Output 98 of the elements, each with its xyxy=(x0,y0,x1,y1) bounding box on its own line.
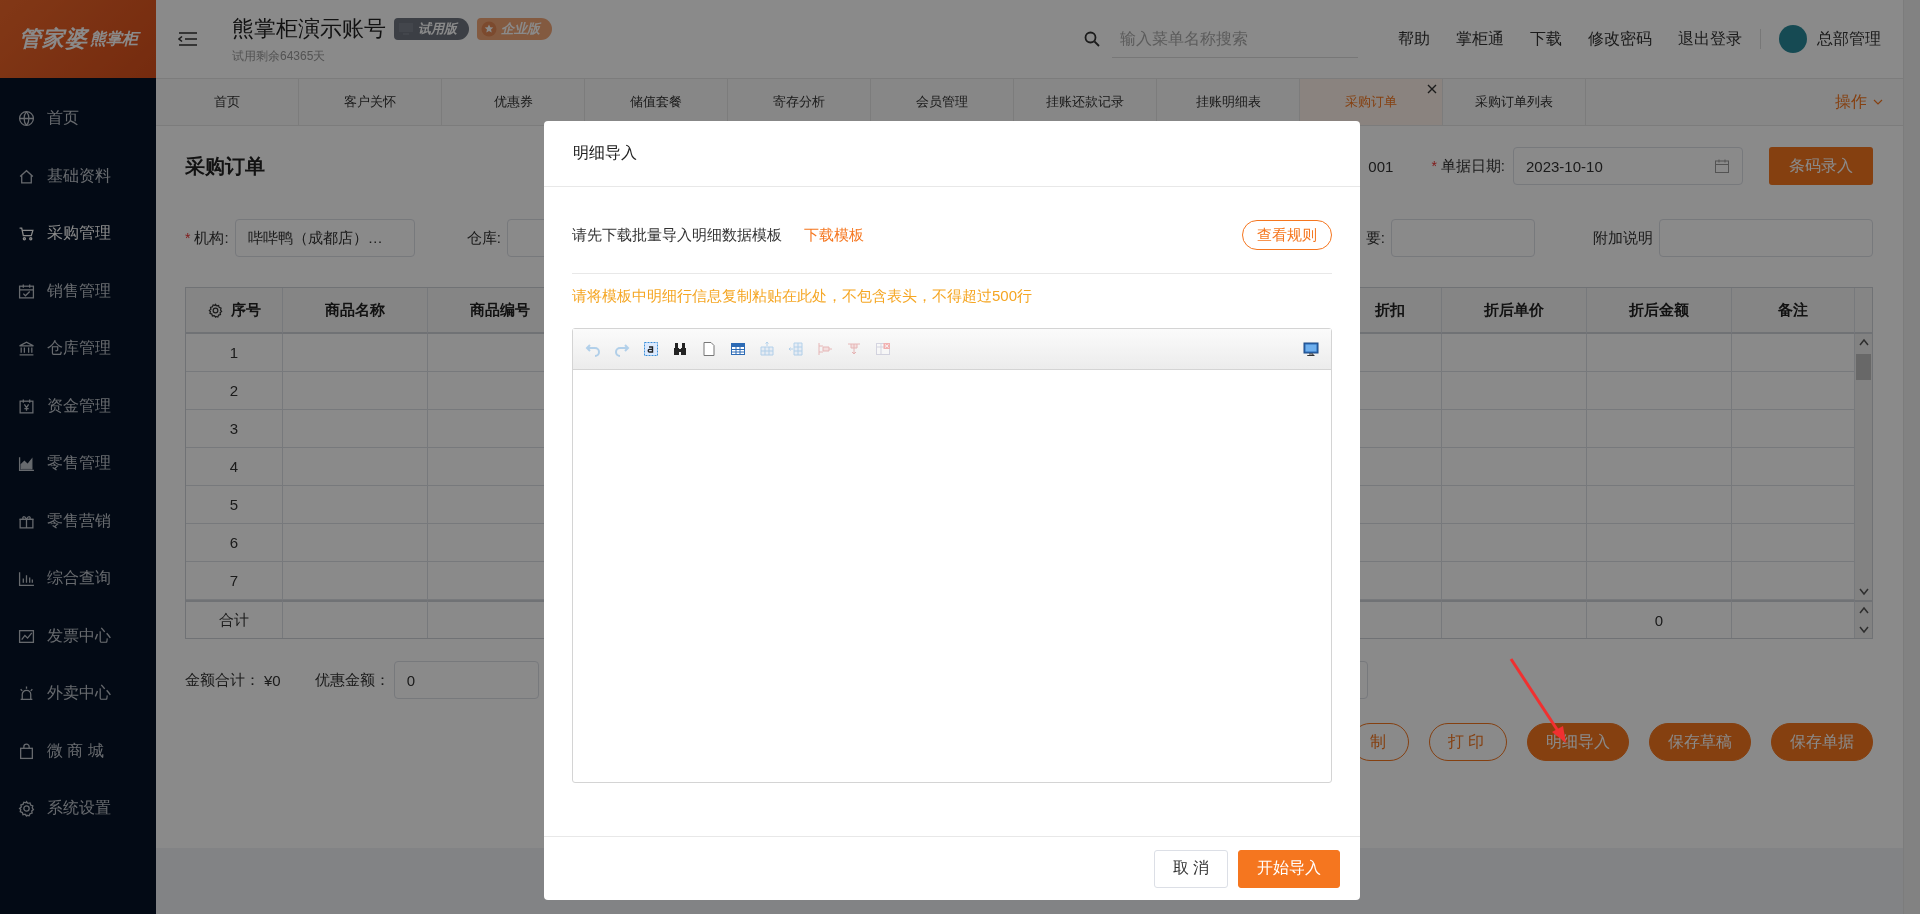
header-link[interactable]: 退出登录 xyxy=(1678,28,1742,50)
field-label: 机构: xyxy=(194,228,229,248)
row-number: 6 xyxy=(186,524,283,562)
page-tab[interactable]: 客户关怀 xyxy=(299,79,442,125)
barcode-entry-button[interactable]: 条码录入 xyxy=(1769,147,1873,185)
notice-text: 请将模板中明细行信息复制粘贴在此处，不包含表头，不得超过500行 xyxy=(572,286,1034,306)
row-number: 1 xyxy=(186,334,283,372)
actions-menu[interactable]: 操作 xyxy=(1835,91,1883,113)
download-template-link[interactable]: 下载模板 xyxy=(804,225,864,245)
column-header: 备注 xyxy=(1732,288,1855,334)
sidebar-item[interactable]: 系统设置 xyxy=(0,780,156,838)
caret-icon xyxy=(1873,98,1883,106)
order-number: 001 xyxy=(1368,157,1394,175)
total-amount: 0 xyxy=(1587,600,1732,638)
area-chart-icon xyxy=(18,455,35,473)
row-number: 5 xyxy=(186,486,283,524)
scroll-down-icon[interactable] xyxy=(1858,626,1869,634)
house-icon xyxy=(18,167,35,185)
dialog-button[interactable]: 取消 xyxy=(1154,849,1228,888)
binoculars-icon[interactable] xyxy=(672,341,688,357)
scrollbar[interactable] xyxy=(1855,334,1872,600)
user-name[interactable]: 总部管理 xyxy=(1817,28,1881,50)
discount-field[interactable]: 0 xyxy=(393,661,539,699)
date-field[interactable]: 2023-10-10 xyxy=(1513,147,1743,185)
required-mark: * xyxy=(1431,158,1437,174)
scroll-down-icon[interactable] xyxy=(1858,588,1869,596)
gear-icon xyxy=(18,800,35,818)
globe-icon xyxy=(18,110,35,128)
bag-icon xyxy=(18,742,35,760)
row-number: 4 xyxy=(186,448,283,486)
field-label: 单据日期: xyxy=(1440,156,1505,176)
row-number: 2 xyxy=(186,372,283,410)
header-link[interactable]: 修改密码 xyxy=(1588,28,1652,50)
row-number: 3 xyxy=(186,410,283,448)
sidebar-item[interactable]: 综合查询 xyxy=(0,550,156,608)
header-link[interactable]: 帮助 xyxy=(1398,28,1430,50)
bank-icon xyxy=(18,340,35,358)
organization-field[interactable]: 哔哔鸭（成都店）… xyxy=(234,219,415,257)
gear-icon[interactable] xyxy=(207,302,223,318)
scroll-up-icon[interactable] xyxy=(1858,338,1869,346)
account-title: 熊掌柜演示账号 xyxy=(232,14,386,43)
sidebar-item[interactable]: 采购管理 xyxy=(0,205,156,263)
edition-badge: 试用版 xyxy=(394,17,469,40)
page-tab[interactable]: 首页 xyxy=(156,79,299,125)
column-header: 商品名称 xyxy=(283,288,428,334)
view-rules-button[interactable]: 查看规则 xyxy=(1242,220,1332,250)
required-mark: * xyxy=(185,230,191,246)
yen-icon xyxy=(18,397,35,415)
action-button[interactable]: 打印 xyxy=(1429,723,1507,761)
sidebar-item[interactable]: 销售管理 xyxy=(0,262,156,320)
avatar[interactable] xyxy=(1779,25,1807,53)
line-chart-icon xyxy=(18,627,35,645)
edition-badge: 企业版 xyxy=(477,17,552,40)
table-icon[interactable] xyxy=(730,341,746,357)
action-button[interactable]: 保存单据 xyxy=(1771,723,1873,761)
sidebar-item[interactable]: 零售营销 xyxy=(0,492,156,550)
alarm-icon xyxy=(18,685,35,703)
sidebar-item[interactable]: 首页 xyxy=(0,90,156,148)
field-label: 优惠金额： xyxy=(314,670,390,690)
sidebar-item[interactable]: 零售管理 xyxy=(0,435,156,493)
instruction-text: 请先下载批量导入明细数据模板 xyxy=(572,225,782,245)
total-label: 合计 xyxy=(186,600,283,638)
field-label: 金额合计： xyxy=(185,670,260,690)
sidebar-item[interactable]: 资金管理 xyxy=(0,377,156,435)
sidebar-item[interactable]: 外卖中心 xyxy=(0,665,156,723)
bar-chart-icon xyxy=(18,570,35,588)
page-icon[interactable] xyxy=(701,341,717,357)
column-header: 折后单价 xyxy=(1442,288,1587,334)
field-label: 仓库: xyxy=(466,228,501,248)
scrollbar[interactable] xyxy=(1855,600,1872,638)
sidebar-item[interactable]: 发票中心 xyxy=(0,607,156,665)
calendar-icon xyxy=(18,282,35,300)
monitor-icon[interactable] xyxy=(1303,341,1319,357)
field-label: 要: xyxy=(1365,228,1385,248)
header-link[interactable]: 下载 xyxy=(1530,28,1562,50)
row-number: 7 xyxy=(186,562,283,600)
search-icon xyxy=(1084,31,1100,47)
amount-total-value: ¥0 xyxy=(264,671,281,689)
action-button[interactable]: 保存草稿 xyxy=(1649,723,1751,761)
menu-icon[interactable] xyxy=(178,31,198,47)
page-tab[interactable]: 采购订单列表 xyxy=(1443,79,1586,125)
column-header: 序号 xyxy=(186,288,283,334)
calendar-icon xyxy=(1714,158,1730,174)
header-link[interactable]: 掌柜通 xyxy=(1456,28,1504,50)
page-title: 采购订单 xyxy=(185,153,265,179)
close-icon[interactable] xyxy=(1426,83,1438,95)
sidebar-item[interactable]: 基础资料 xyxy=(0,147,156,205)
scrollbar-thumb[interactable] xyxy=(1856,354,1871,380)
dialog-title: 明细导入 xyxy=(573,143,637,163)
column-header: 折后金额 xyxy=(1587,288,1732,334)
scroll-up-icon[interactable] xyxy=(1858,606,1869,614)
field-label: 附加说明 xyxy=(1593,228,1653,248)
sidebar-item[interactable]: 微 商 城 xyxy=(0,722,156,780)
dialog-button[interactable]: 开始导入 xyxy=(1238,849,1340,888)
cart-icon xyxy=(18,225,35,243)
page-tab[interactable]: 采购订单 xyxy=(1300,79,1443,125)
text-box-icon[interactable] xyxy=(643,341,659,357)
sidebar-item[interactable]: 仓库管理 xyxy=(0,320,156,378)
